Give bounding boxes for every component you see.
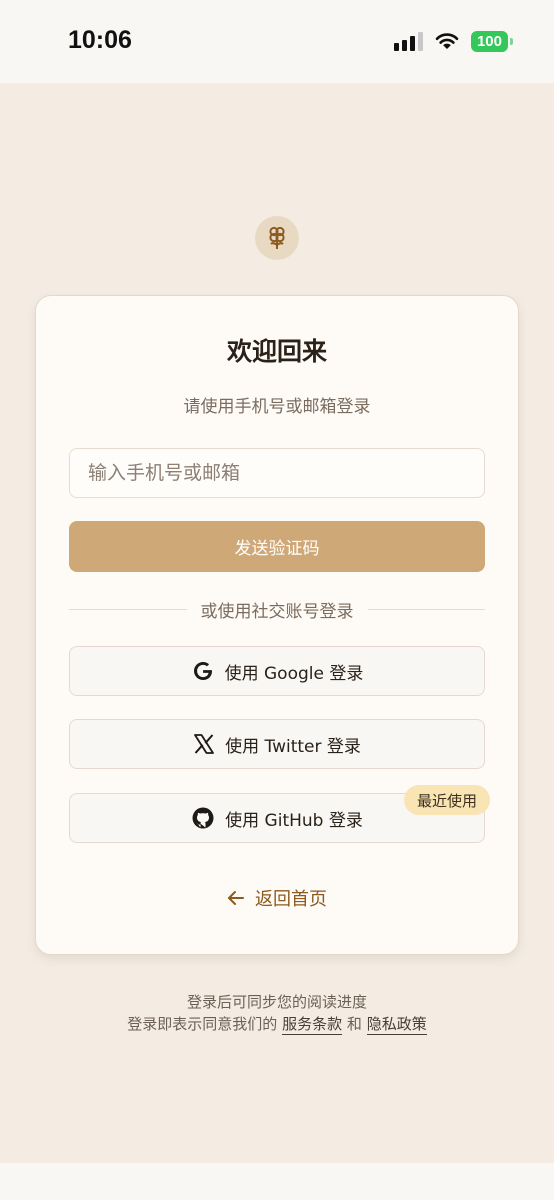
status-icons: 100: [393, 30, 514, 52]
page-title: 欢迎回来: [226, 337, 327, 366]
github-icon: [192, 807, 214, 829]
recent-used-badge: 最近使用: [404, 785, 491, 815]
flower-logo-icon: [269, 226, 285, 249]
bottom-bar: [0, 1163, 554, 1200]
battery-indicator: 100: [470, 30, 514, 52]
privacy-link[interactable]: 隐私政策: [366, 1015, 427, 1035]
arrow-left-icon: [228, 891, 244, 905]
wifi-icon: [435, 33, 459, 49]
social-divider: 或使用社交账号登录: [69, 596, 485, 622]
google-login-button[interactable]: 使用 Google 登录: [69, 646, 485, 696]
agreement-note: 登录即表示同意我们的 服务条款 和 隐私政策: [0, 1013, 554, 1035]
google-login-label: 使用 Google 登录: [224, 663, 364, 684]
x-icon: [194, 734, 214, 754]
page-subtitle: 请使用手机号或邮箱登录: [183, 397, 371, 417]
divider-line-left: [69, 608, 187, 610]
status-time: 10:06: [68, 26, 132, 54]
back-home-link[interactable]: 返回首页: [36, 885, 518, 911]
status-bar: 10:06 100: [0, 0, 554, 83]
sync-note: 登录后可同步您的阅读进度: [186, 993, 367, 1011]
send-code-button[interactable]: 发送验证码: [69, 521, 485, 572]
agreement-and: 和: [346, 1015, 362, 1033]
login-card: 欢迎回来 请使用手机号或邮箱登录 发送验证码 或使用社交账号登录 使用 Goog…: [35, 295, 519, 955]
contact-input[interactable]: [70, 449, 484, 497]
terms-link[interactable]: 服务条款: [282, 1015, 343, 1035]
back-home-label: 返回首页: [255, 889, 327, 910]
app-logo: [255, 216, 299, 260]
github-login-label: 使用 GitHub 登录: [225, 810, 363, 831]
twitter-login-label: 使用 Twitter 登录: [225, 736, 361, 757]
google-icon: [193, 662, 212, 680]
contact-input-wrapper: [69, 448, 485, 498]
cellular-signal-icon: [393, 31, 423, 51]
divider-line-right: [367, 608, 485, 610]
agreement-prefix: 登录即表示同意我们的: [127, 1015, 278, 1033]
twitter-login-button[interactable]: 使用 Twitter 登录: [69, 719, 485, 769]
divider-label: 或使用社交账号登录: [200, 601, 354, 622]
